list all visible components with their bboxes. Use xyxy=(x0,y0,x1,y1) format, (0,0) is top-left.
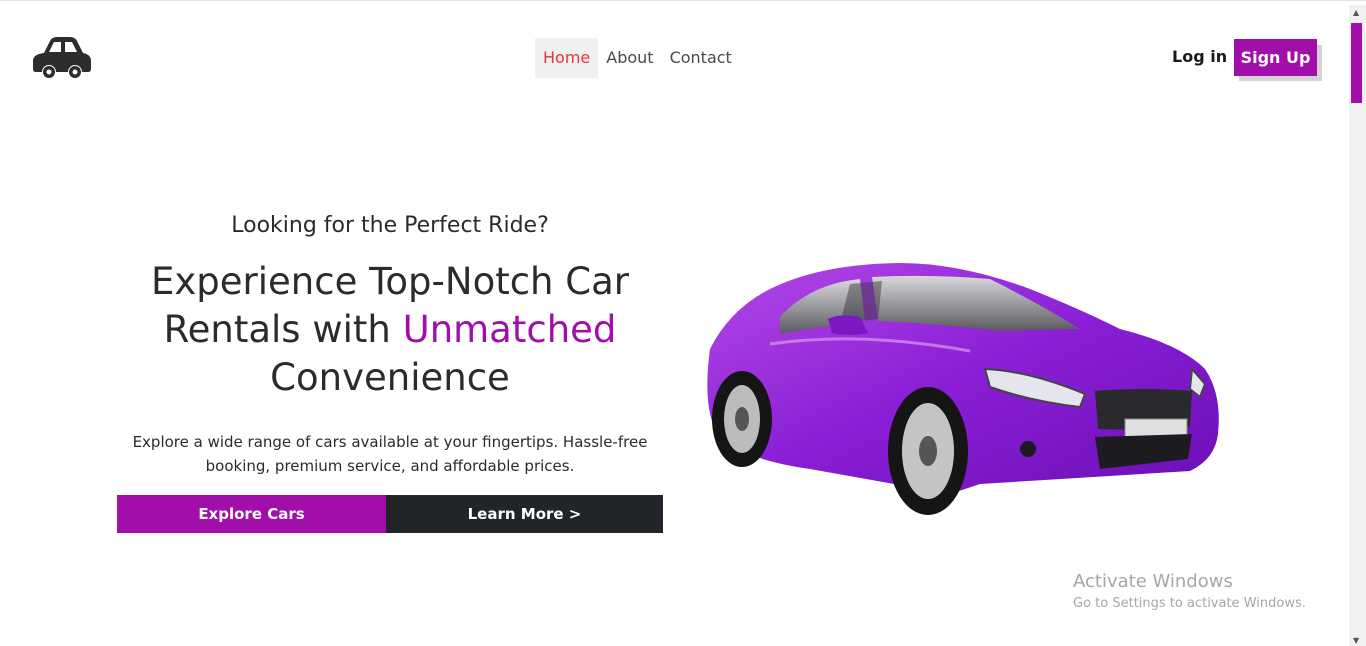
nav-home-link[interactable]: Home xyxy=(535,38,599,78)
signup-wrapper: Sign Up xyxy=(1234,39,1322,81)
signup-button[interactable]: Sign Up xyxy=(1234,39,1317,76)
watermark-title: Activate Windows xyxy=(1073,571,1233,592)
explore-cars-button[interactable]: Explore Cars xyxy=(117,495,386,533)
scroll-up-arrow-icon[interactable]: ▲ xyxy=(1353,8,1359,17)
hero-text: Looking for the Perfect Ride? Experience… xyxy=(117,211,663,533)
learn-more-button[interactable]: Learn More > xyxy=(386,495,663,533)
hero-car-image xyxy=(707,263,1219,515)
hero-kicker: Looking for the Perfect Ride? xyxy=(231,213,549,238)
scrollbar[interactable]: ▲ ▼ xyxy=(1349,5,1366,646)
nav-contact-link[interactable]: Contact xyxy=(662,38,740,78)
watermark-subtitle: Go to Settings to activate Windows. xyxy=(1073,596,1306,611)
windows-activation-watermark: Activate Windows Go to Settings to activ… xyxy=(1073,571,1306,611)
page: Home About Contact Log in Sign Up Lookin… xyxy=(0,0,1366,646)
main-nav: Home About Contact xyxy=(535,38,740,78)
headline-part2: Convenience xyxy=(270,356,510,399)
hero-headline: Experience Top-Notch Car Rentals with Un… xyxy=(117,258,663,402)
login-link[interactable]: Log in xyxy=(1172,47,1227,66)
scrollbar-thumb[interactable] xyxy=(1351,23,1362,103)
nav-about-link[interactable]: About xyxy=(598,38,661,78)
car-logo-icon[interactable] xyxy=(30,35,94,79)
headline-accent: Unmatched xyxy=(402,308,617,351)
scroll-down-arrow-icon[interactable]: ▼ xyxy=(1353,636,1359,645)
cta-group: Explore Cars Learn More > xyxy=(117,495,663,533)
hero-description: Explore a wide range of cars available a… xyxy=(132,433,648,475)
